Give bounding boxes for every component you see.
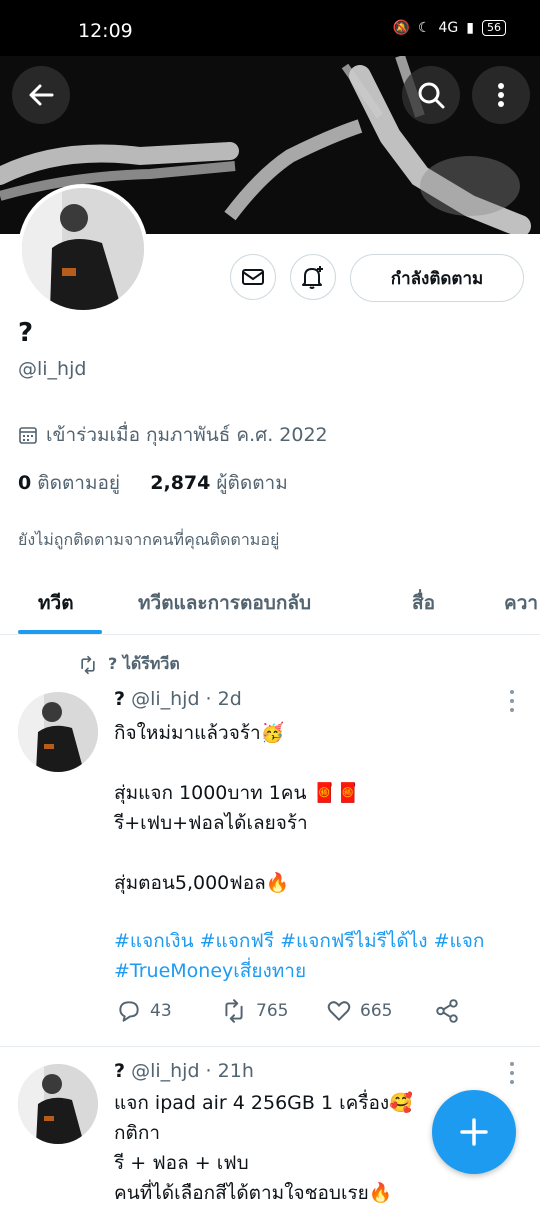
follow-stats: 0 ติดตามอยู่ 2,874 ผู้ติดตาม: [18, 468, 288, 498]
not-followed-note: ยังไม่ถูกติดตามจากคนที่คุณติดตามอยู่: [18, 530, 280, 549]
profile-avatar[interactable]: [18, 184, 148, 314]
status-icons: 🔕 ☾ 4G ▮ 56: [393, 20, 506, 36]
notifications-button[interactable]: [290, 254, 336, 300]
tweet-more-button[interactable]: [504, 1062, 520, 1084]
status-time: 12:09: [78, 20, 133, 42]
retweet-icon: [225, 999, 243, 1023]
tweet-avatar[interactable]: [18, 692, 98, 772]
tweet-meta: @li_hjd · 2d: [131, 688, 242, 710]
more-vertical-icon: [498, 83, 504, 107]
tweet-meta: @li_hjd · 21h: [131, 1060, 254, 1082]
avatar-image: [18, 1064, 98, 1144]
search-button[interactable]: [402, 66, 460, 124]
search-icon: [418, 82, 445, 109]
reply-icon: [119, 1001, 139, 1022]
retweet-indicator: ? ได้รีทวีต: [78, 652, 180, 677]
tweet-avatar[interactable]: [18, 1064, 98, 1144]
profile-tabs: ทวีต ทวีตและการตอบกลับ สื่อ ควา: [0, 576, 540, 635]
status-bar: 12:09 🔕 ☾ 4G ▮ 56: [0, 0, 540, 56]
profile-handle: @li_hjd: [18, 358, 87, 380]
tweet-divider: [0, 1046, 540, 1047]
tweet-text: กิจใหม่มาแล้วจร้า🥳 สุ่มแจก 1000บาท 1คน 🧧…: [114, 722, 360, 894]
tab-media[interactable]: สื่อ: [412, 588, 435, 618]
share-icon: [436, 999, 458, 1023]
network-type: 4G: [438, 20, 459, 36]
back-button[interactable]: [12, 66, 70, 124]
like-button[interactable]: 665: [326, 998, 392, 1024]
retweet-button[interactable]: 765: [220, 998, 288, 1024]
profile-name: ?: [18, 318, 34, 348]
back-arrow-icon: [29, 84, 54, 106]
battery-icon: 56: [482, 20, 506, 36]
tweet-more-button[interactable]: [504, 690, 520, 712]
tweet-hashtags[interactable]: #แจกเงิน #แจกฟรี #แจกฟรีไม่รีได้ไง #แจก …: [114, 926, 526, 986]
tweet-author-name: ?: [114, 688, 126, 710]
tab-tweets[interactable]: ทวีต: [38, 588, 74, 618]
compose-tweet-button[interactable]: [432, 1090, 516, 1174]
mail-icon: [242, 269, 264, 285]
tweet-header: ? @li_hjd · 21h: [114, 1060, 254, 1082]
share-button[interactable]: [434, 998, 460, 1024]
avatar-image: [18, 692, 98, 772]
like-icon: [327, 1001, 351, 1021]
moon-icon: ☾: [417, 20, 431, 36]
following-link[interactable]: 0 ติดตามอยู่: [18, 472, 120, 494]
bell-plus-icon: [302, 266, 323, 289]
joined-date: เข้าร่วมเมื่อ กุมภาพันธ์ ค.ศ. 2022: [18, 420, 328, 450]
retweet-icon: [81, 655, 95, 674]
joined-text: เข้าร่วมเมื่อ กุมภาพันธ์ ค.ศ. 2022: [46, 424, 328, 446]
reply-button[interactable]: 43: [116, 998, 172, 1024]
tweet-header: ? @li_hjd · 2d: [114, 688, 242, 710]
tweet-actions: 43 765 665: [114, 998, 524, 1030]
followers-link[interactable]: 2,874 ผู้ติดตาม: [150, 472, 288, 494]
message-button[interactable]: [230, 254, 276, 300]
signal-icon: ▮: [466, 20, 474, 36]
following-button[interactable]: กำลังติดตาม: [350, 254, 524, 302]
tab-likes[interactable]: ควา: [504, 588, 538, 618]
active-tab-indicator: [18, 630, 102, 634]
tab-tweets-replies[interactable]: ทวีตและการตอบกลับ: [138, 588, 311, 618]
avatar-image: [22, 188, 144, 310]
mute-icon: 🔕: [392, 20, 410, 36]
tweet-author-name: ?: [114, 1060, 126, 1082]
calendar-icon: [19, 427, 37, 444]
compose-plus-icon: [460, 1118, 488, 1146]
more-options-button[interactable]: [472, 66, 530, 124]
